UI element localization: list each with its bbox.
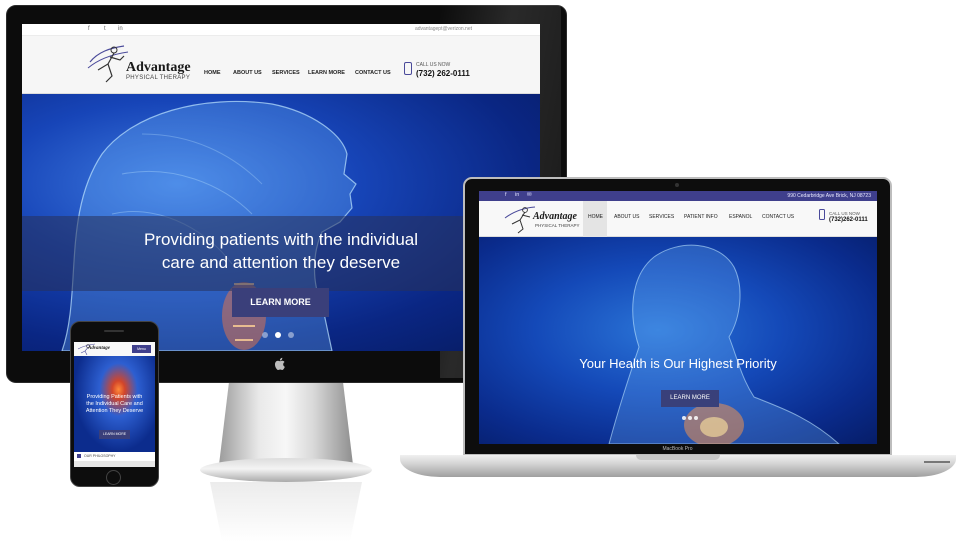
mobile-website-screen: Advantage Menu Providing Patients with t… bbox=[74, 342, 155, 467]
macbook-edge-detail bbox=[924, 461, 950, 463]
iphone-speaker bbox=[104, 330, 124, 332]
slider-dot-1[interactable] bbox=[682, 416, 686, 420]
slider-dot-3[interactable] bbox=[288, 332, 294, 338]
phone-icon bbox=[404, 62, 412, 75]
nav-services[interactable]: SERVICES bbox=[272, 70, 300, 76]
facebook-icon[interactable]: f bbox=[88, 26, 90, 32]
nav-about-us[interactable]: ABOUT US bbox=[233, 70, 262, 76]
email-link[interactable]: advantagept@verizon.net bbox=[415, 26, 472, 32]
desktop-header: Advantage PHYSICAL THERAPY HOME ABOUT US… bbox=[22, 36, 540, 94]
facebook-icon[interactable]: f bbox=[505, 192, 507, 198]
macbook-camera bbox=[675, 183, 679, 187]
call-us-label: CALL US NOW bbox=[416, 62, 451, 68]
philosophy-bullet-icon bbox=[77, 454, 81, 458]
slider-dot-2[interactable] bbox=[275, 332, 281, 338]
mobile-hero-headline: Providing Patients with the Individual C… bbox=[76, 394, 153, 415]
apple-logo-icon bbox=[274, 357, 285, 371]
mobile-header: Advantage Menu bbox=[74, 342, 155, 356]
laptop-website-screen: f in ✉ 990 Cedarbridge Ave Brick, NJ 087… bbox=[479, 191, 877, 444]
brand-subtitle: PHYSICAL THERAPY bbox=[535, 223, 580, 228]
laptop-learn-more-button[interactable]: LEARN MORE bbox=[661, 390, 719, 407]
laptop-top-bar: f in ✉ 990 Cedarbridge Ave Brick, NJ 087… bbox=[479, 191, 877, 201]
twitter-icon[interactable]: t bbox=[104, 26, 106, 32]
linkedin-icon[interactable]: in bbox=[118, 26, 123, 32]
call-us-label: CALL US NOW bbox=[829, 211, 860, 216]
address-text[interactable]: 990 Cedarbridge Ave Brick, NJ 08723 bbox=[787, 193, 871, 199]
mobile-learn-more-button[interactable]: LEARN MORE bbox=[99, 430, 130, 439]
brand-subtitle: PHYSICAL THERAPY bbox=[126, 75, 191, 81]
phone-number[interactable]: (732) 262-0111 bbox=[416, 69, 470, 78]
laptop-header: Advantage PHYSICAL THERAPY bbox=[479, 201, 877, 237]
mobile-browser-toolbar bbox=[74, 461, 155, 467]
desktop-learn-more-button[interactable]: LEARN MORE bbox=[232, 288, 329, 317]
phone-number[interactable]: (732)262-0111 bbox=[829, 217, 868, 223]
imac-stand-reflection bbox=[210, 482, 362, 542]
iphone-home-button bbox=[106, 470, 121, 485]
laptop-hero-headline: Your Health is Our Highest Priority bbox=[579, 356, 777, 371]
nav-home[interactable]: HOME bbox=[204, 70, 221, 76]
slider-dot-2[interactable] bbox=[688, 416, 692, 420]
mobile-hero-line-2: the Individual Care and bbox=[86, 401, 143, 407]
brand-title[interactable]: Advantage bbox=[88, 346, 110, 351]
mobile-hero-line-1: Providing Patients with bbox=[86, 394, 143, 400]
desktop-top-bar: f t in advantagept@verizon.net bbox=[22, 24, 540, 36]
macbook-opening-notch bbox=[636, 455, 720, 460]
nav-contact-us[interactable]: CONTACT US bbox=[355, 70, 391, 76]
mobile-hero-line-3: Attention They Deserve bbox=[85, 408, 144, 414]
nav-learn-more[interactable]: LEARN MORE bbox=[308, 70, 345, 76]
laptop-hero-anatomy-illustration bbox=[608, 244, 840, 444]
macbook-model-label: MacBook Pro bbox=[662, 446, 693, 452]
runner-logo-icon[interactable] bbox=[84, 42, 130, 84]
runner-logo-icon[interactable] bbox=[501, 204, 537, 234]
device-mockup-stage: f t in advantagept@verizon.net Advantage… bbox=[0, 0, 962, 554]
brand-title[interactable]: Advantage bbox=[533, 211, 577, 222]
slider-dot-1[interactable] bbox=[262, 332, 268, 338]
email-icon[interactable]: ✉ bbox=[527, 192, 532, 198]
brand-title[interactable]: Advantage bbox=[126, 60, 191, 76]
mobile-menu-button[interactable]: Menu bbox=[132, 345, 151, 353]
linkedin-icon[interactable]: in bbox=[515, 192, 519, 198]
imac-stand-foot bbox=[200, 458, 372, 482]
mobile-philosophy-section[interactable]: OUR PHILOSOPHY bbox=[74, 452, 155, 461]
slider-dot-3[interactable] bbox=[694, 416, 698, 420]
phone-icon bbox=[819, 209, 825, 220]
